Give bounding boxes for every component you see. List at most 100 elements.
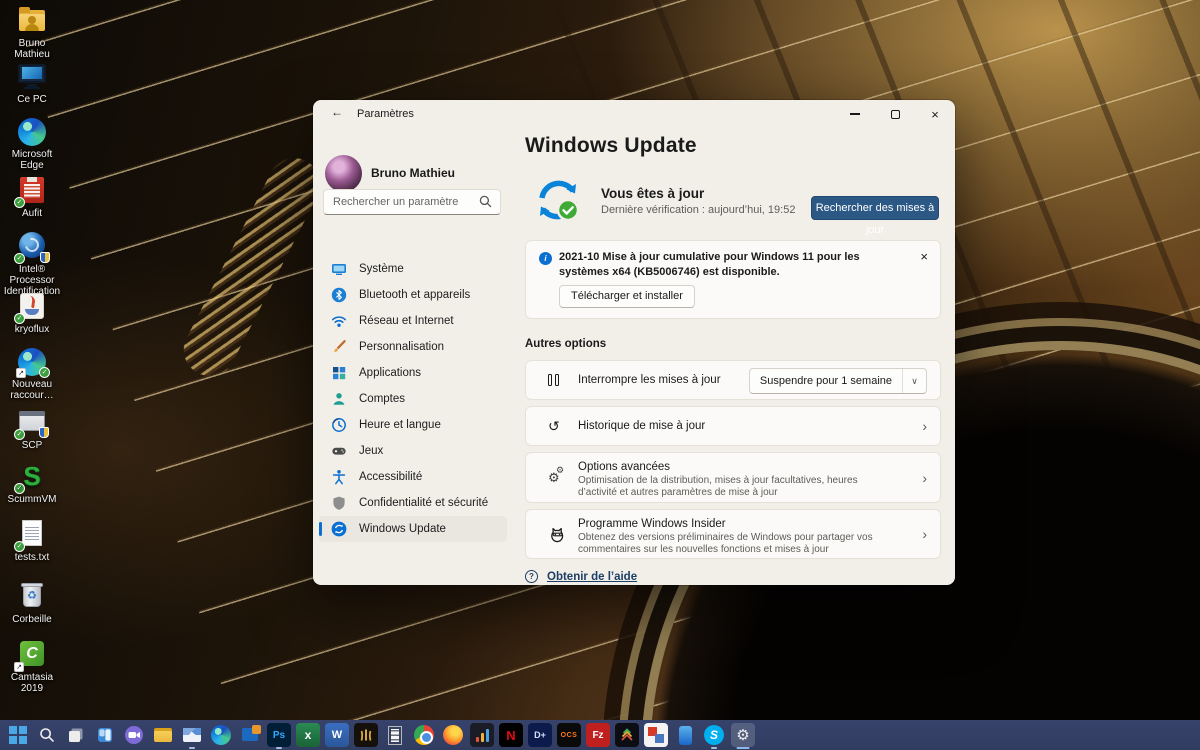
analytics-app-button[interactable] <box>470 723 494 747</box>
widgets-button[interactable] <box>93 723 117 747</box>
desktop-icon-tests-txt[interactable]: ✓ tests.txt <box>2 520 62 563</box>
skype-button[interactable]: S <box>702 723 726 749</box>
sidebar-item-bluetooth[interactable]: Bluetooth et appareils <box>319 282 507 308</box>
desktop-icon-user-folder[interactable]: Bruno Mathieu <box>2 6 62 60</box>
pause-updates-row[interactable]: Interrompre les mises à jour Suspendre p… <box>525 360 941 400</box>
row-title: Programme Windows Insider <box>578 518 726 530</box>
back-button[interactable]: ← <box>325 105 349 124</box>
titlebar[interactable]: ← Paramètres × <box>313 100 955 128</box>
ninja-cat-icon <box>551 527 564 542</box>
sidebar-item-network[interactable]: Réseau et Internet <box>319 308 507 334</box>
word-button[interactable]: W <box>325 723 349 747</box>
system-icon <box>331 261 347 277</box>
netflix-button[interactable]: N <box>499 723 523 747</box>
sidebar-item-privacy[interactable]: Confidentialité et sécurité <box>319 490 507 516</box>
chevron-right-icon: › <box>922 469 927 486</box>
settings-taskbar-button[interactable]: ⚙ <box>731 723 755 749</box>
brush-icon <box>331 339 347 355</box>
sidebar-item-time-language[interactable]: Heure et langue <box>319 412 507 438</box>
edge-taskbar-button[interactable] <box>209 723 233 747</box>
disney-plus-button[interactable]: D+ <box>528 723 552 747</box>
firefox-button[interactable] <box>441 723 465 747</box>
download-install-button[interactable]: Télécharger et installer <box>559 285 695 308</box>
chevron-down-icon: ∨ <box>902 369 926 393</box>
desktop-icon-scummvm[interactable]: S ✓ ScummVM <box>2 462 62 505</box>
start-button[interactable] <box>6 723 30 747</box>
update-history-row[interactable]: ↺ Historique de mise à jour › <box>525 406 941 446</box>
edge-icon <box>18 118 46 146</box>
gamepad-icon <box>331 443 347 459</box>
intel-processor-icon: ✓ <box>14 232 50 264</box>
sidebar-item-windows-update[interactable]: Windows Update <box>319 516 507 542</box>
atari-button[interactable] <box>354 723 378 747</box>
desktop-icon-scp[interactable]: ✓ SCP <box>2 408 62 451</box>
mail-button[interactable] <box>180 723 204 749</box>
file-explorer-button[interactable] <box>151 723 175 747</box>
ocs-button[interactable]: OCS <box>557 723 581 747</box>
chrome-button[interactable] <box>412 723 436 747</box>
sidebar-item-gaming[interactable]: Jeux <box>319 438 507 464</box>
check-badge-icon: ✓ <box>14 313 25 324</box>
chat-button[interactable] <box>122 723 146 747</box>
search-input[interactable] <box>333 190 478 214</box>
shield-icon <box>331 495 347 511</box>
photoshop-button[interactable]: Ps <box>267 723 291 749</box>
user-folder-icon <box>16 6 48 36</box>
sidebar-item-accounts[interactable]: Comptes <box>319 386 507 412</box>
sidebar-item-accessibility[interactable]: Accessibilité <box>319 464 507 490</box>
maximize-button[interactable] <box>875 100 915 128</box>
sidebar-item-apps[interactable]: Applications <box>319 360 507 386</box>
sidebar-item-personalization[interactable]: Personnalisation <box>319 334 507 360</box>
taskbar: Ps x W N D+ OCS Fz S ⚙ <box>0 720 1200 750</box>
desktop-icon-this-pc[interactable]: Ce PC <box>2 62 62 105</box>
search-box[interactable] <box>323 189 501 215</box>
desktop-icon-recycle-bin[interactable]: ♻ Corbeille <box>2 582 62 625</box>
sidebar-item-system[interactable]: Système <box>319 256 507 282</box>
edge-shortcut-icon: ↗ ✓ <box>16 348 50 378</box>
apps-grid-icon <box>331 365 347 381</box>
gears-icon: ⚙ ⚙ <box>548 464 565 485</box>
desktop-icon-new-shortcut[interactable]: ↗ ✓ Nouveau raccour… <box>2 348 62 401</box>
chevron-right-icon: › <box>922 526 927 542</box>
desktop-icon-aufit[interactable]: ✓ Aufit <box>2 176 62 219</box>
close-button[interactable]: × <box>915 100 955 128</box>
page-title: Windows Update <box>525 134 697 157</box>
notepad-button[interactable] <box>383 723 407 747</box>
banner-close-icon[interactable]: × <box>920 249 928 264</box>
search-button[interactable] <box>35 723 59 747</box>
desktop-icon-camtasia[interactable]: C ↗ Camtasia 2019 <box>2 640 62 694</box>
check-badge-icon: ✓ <box>14 253 25 264</box>
user-name: Bruno Mathieu <box>371 166 455 180</box>
java-cup-icon: ✓ <box>14 292 48 324</box>
task-view-button[interactable] <box>64 723 88 747</box>
desktop-icon-kryoflux[interactable]: ✓ kryoflux <box>2 292 62 335</box>
get-help-link[interactable]: ? Obtenir de l’aide <box>525 570 637 583</box>
filezilla-button[interactable]: Fz <box>586 723 610 747</box>
avatar[interactable] <box>325 155 362 192</box>
colorful-app-button[interactable] <box>615 723 639 747</box>
minimize-button[interactable] <box>835 100 875 128</box>
person-icon <box>331 391 347 407</box>
outlook-button[interactable] <box>238 723 262 747</box>
excel-button[interactable]: x <box>296 723 320 747</box>
installer-icon: ✓ <box>14 408 49 440</box>
shortcut-arrow-icon: ↗ <box>16 368 26 378</box>
check-badge-icon: ✓ <box>14 429 25 440</box>
row-title: Historique de mise à jour <box>578 420 706 432</box>
banner-message: 2021-10 Mise à jour cumulative pour Wind… <box>559 251 860 278</box>
insider-program-row[interactable]: Programme Windows Insider Obtenez des ve… <box>525 509 941 559</box>
accessibility-icon <box>331 469 347 485</box>
check-badge-icon: ✓ <box>14 541 25 552</box>
sidebar-nav: Système Bluetooth et appareils Réseau et… <box>319 256 507 542</box>
video-editor-button[interactable] <box>644 723 668 747</box>
history-icon: ↺ <box>548 417 560 434</box>
check-updates-button[interactable]: Rechercher des mises à jour <box>811 196 939 236</box>
pause-duration-dropdown[interactable]: Suspendre pour 1 semaine ∨ <box>748 368 927 394</box>
recycle-bin-icon: ♻ <box>16 582 48 612</box>
blue-app-button[interactable] <box>673 723 697 747</box>
window-title: Paramètres <box>357 108 414 120</box>
bluetooth-icon <box>331 287 347 303</box>
floppy-disk-icon: ✓ <box>14 176 48 208</box>
advanced-options-row[interactable]: ⚙ ⚙ Options avancées Optimisation de la d… <box>525 452 941 503</box>
desktop-icon-edge[interactable]: Microsoft Edge <box>2 118 62 171</box>
